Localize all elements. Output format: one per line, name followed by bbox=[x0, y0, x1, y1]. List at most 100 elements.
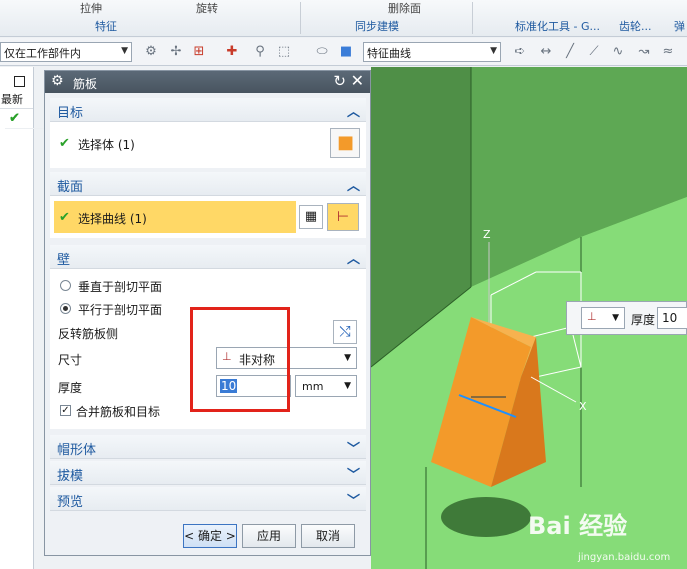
swap-icon: ⤭ bbox=[339, 324, 351, 340]
group-gear: 齿轮... bbox=[619, 20, 652, 33]
rectangle-select-icon[interactable]: ⬚ bbox=[276, 44, 292, 60]
chevron-down-icon: ﹀ bbox=[346, 442, 360, 457]
chevron-up-icon: ︿ bbox=[346, 105, 360, 120]
curve-select-icon: ⊢ bbox=[336, 209, 350, 225]
wave-icon[interactable]: ≈ bbox=[660, 44, 676, 60]
spline-icon[interactable]: ↝ bbox=[636, 44, 652, 60]
ok-button[interactable]: < 确定 > bbox=[183, 524, 237, 548]
check-icon: ✔ bbox=[59, 136, 70, 151]
part-navigator: 最新 ✔ ✔ ✔ ✔ ✔ ✔ ✔ ✔ bbox=[0, 67, 321, 569]
ribbon-separator bbox=[472, 2, 473, 34]
group-spring: 弹 bbox=[674, 20, 685, 33]
baidu-watermark-url: jingyan.baidu.com bbox=[578, 552, 671, 563]
close-icon[interactable]: ✕ bbox=[351, 71, 364, 90]
pick-icon[interactable]: ⚲ bbox=[252, 44, 268, 60]
cancel-button[interactable]: 取消 bbox=[301, 524, 355, 548]
check-icon: ✔ bbox=[59, 210, 70, 225]
merge-checkbox[interactable]: ✓ bbox=[60, 405, 71, 416]
gear-icon: ⚙ bbox=[51, 73, 64, 89]
float-size-dropdown[interactable]: ⊥ ▼ bbox=[581, 307, 625, 329]
select-box-icon[interactable]: ⊞ bbox=[191, 44, 207, 60]
section-target-header[interactable]: 目标 ︿ bbox=[50, 98, 366, 122]
section-target-label: 目标 bbox=[57, 106, 84, 121]
hole bbox=[441, 497, 531, 537]
section-wall-header[interactable]: 壁 ︿ bbox=[50, 245, 366, 269]
sketch-icon: ▦ bbox=[304, 209, 318, 224]
reverse-rib-label: 反转筋板侧 bbox=[58, 327, 119, 341]
group-standard-tools: 标准化工具 - G... bbox=[515, 20, 600, 33]
line-icon[interactable]: ╱ bbox=[562, 44, 578, 60]
snap-icon[interactable]: ✢ bbox=[168, 44, 184, 60]
reverse-rib-button[interactable]: ⤭ bbox=[333, 320, 357, 344]
chain-icon[interactable]: ↔ bbox=[538, 44, 554, 60]
red-highlight-box bbox=[190, 307, 290, 412]
chevron-up-icon: ︿ bbox=[346, 179, 360, 194]
group-feature: 特征 bbox=[95, 20, 117, 33]
section-preview-label: 预览 bbox=[57, 495, 84, 510]
section-section-label: 截面 bbox=[57, 180, 84, 195]
unit-dropdown[interactable]: mm ▼ bbox=[295, 375, 357, 397]
selection-scope-dropdown[interactable]: 仅在工作部件内 ▼ bbox=[0, 42, 132, 62]
section-preview-header[interactable]: 预览 ﹀ bbox=[50, 487, 366, 511]
section-draft-header[interactable]: 拔模 ﹀ bbox=[50, 461, 366, 485]
navigator-header-latest[interactable]: 最新 bbox=[0, 89, 33, 109]
selection-toolbar: 仅在工作部件内 ▼ ⚙ ✢ ⊞ ✚ ⚲ ⬚ ⬭ ■ 特征曲线 ▼ ➪ ↔ ╱ ⟋… bbox=[0, 38, 687, 66]
dialog-title: 筋板 bbox=[73, 77, 98, 91]
float-thickness-input[interactable]: 10 bbox=[657, 307, 687, 329]
option-parallel-label: 平行于剖切平面 bbox=[78, 303, 163, 317]
sketch-section-button[interactable]: ▦ bbox=[299, 205, 323, 229]
asymmetric-icon: ⊥ bbox=[587, 310, 597, 323]
select-curve-row[interactable]: ✔ 选择曲线 (1) bbox=[54, 201, 296, 233]
ribbon: 拉伸 旋转 删除面 特征 同步建模 标准化工具 - G... 齿轮... 弹 bbox=[0, 0, 687, 37]
body-filter-icon[interactable]: ⬭ bbox=[314, 44, 330, 60]
chevron-down-icon: ▼ bbox=[121, 46, 128, 56]
chevron-down-icon: ▼ bbox=[490, 46, 497, 56]
section-section-body: ✔ 选择曲线 (1) ▦ ⊢ bbox=[50, 196, 366, 238]
chevron-down-icon: ▼ bbox=[344, 353, 351, 363]
tangent-icon[interactable]: ⟋ bbox=[586, 44, 602, 60]
axis-x-label: X bbox=[579, 400, 587, 413]
cube-icon[interactable]: ■ bbox=[338, 44, 354, 60]
filter-icon[interactable]: ⚙ bbox=[143, 44, 159, 60]
float-thickness-value: 10 bbox=[662, 311, 678, 325]
floating-thickness-field: ⊥ ▼ 厚度 10 bbox=[566, 301, 687, 335]
section-draft-label: 拔模 bbox=[57, 469, 84, 484]
baidu-watermark: Bai 经验 bbox=[528, 512, 628, 540]
option-perpendicular-label: 垂直于剖切平面 bbox=[78, 280, 163, 294]
select-curve-button[interactable]: ⊢ bbox=[327, 203, 359, 231]
radio-parallel[interactable] bbox=[60, 303, 71, 314]
section-cap-label: 帽形体 bbox=[57, 443, 97, 458]
radio-perpendicular[interactable] bbox=[60, 280, 71, 291]
reset-icon[interactable]: ↻ bbox=[333, 72, 346, 90]
point-icon[interactable]: ✚ bbox=[224, 44, 240, 60]
cube-icon: ■ bbox=[337, 132, 355, 153]
maximize-icon[interactable] bbox=[14, 76, 25, 87]
chevron-down-icon: ▼ bbox=[612, 313, 619, 323]
apply-button[interactable]: 应用 bbox=[242, 524, 296, 548]
select-body-label[interactable]: 选择体 (1) bbox=[78, 136, 135, 153]
section-wall-label: 壁 bbox=[57, 253, 71, 268]
section-cap-header[interactable]: 帽形体 ﹀ bbox=[50, 435, 366, 459]
section-section-header[interactable]: 截面 ︿ bbox=[50, 172, 366, 196]
dialog-title-bar: ⚙ 筋板 ↻ ✕ bbox=[45, 71, 370, 93]
ribbon-revolve-label[interactable]: 旋转 bbox=[196, 0, 218, 16]
merge-label: 合并筋板和目标 bbox=[76, 405, 161, 419]
thickness-label: 厚度 bbox=[58, 381, 83, 395]
ribbon-extrude-label[interactable]: 拉伸 bbox=[80, 0, 102, 16]
select-curve-label: 选择曲线 (1) bbox=[78, 212, 147, 226]
curve-icon[interactable]: ∿ bbox=[610, 44, 626, 60]
curve-rule-dropdown[interactable]: 特征曲线 ▼ bbox=[363, 42, 501, 62]
unit-value: mm bbox=[302, 380, 324, 393]
ribbon-delete-face-label[interactable]: 删除面 bbox=[388, 0, 421, 16]
axis-z-label: Z bbox=[483, 228, 491, 241]
chevron-up-icon: ︿ bbox=[346, 252, 360, 267]
group-sync-modeling: 同步建模 bbox=[355, 20, 399, 33]
chevron-down-icon: ▼ bbox=[344, 381, 351, 391]
size-label: 尺寸 bbox=[58, 353, 83, 367]
ribbon-separator bbox=[300, 2, 301, 34]
select-body-button[interactable]: ■ bbox=[330, 128, 360, 158]
section-target-body: ✔ 选择体 (1) ■ bbox=[50, 122, 366, 168]
forward-icon[interactable]: ➪ bbox=[512, 44, 528, 60]
curve-rule-value: 特征曲线 bbox=[367, 47, 411, 60]
selection-scope-value: 仅在工作部件内 bbox=[4, 47, 81, 60]
